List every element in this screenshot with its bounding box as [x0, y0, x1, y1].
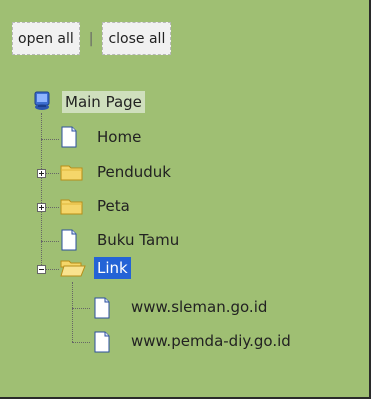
tree-connector [46, 207, 59, 208]
tree-item-buku-tamu[interactable]: Buku Tamu [94, 229, 182, 251]
expand-toggle-icon[interactable] [37, 203, 46, 212]
tree-item-home[interactable]: Home [94, 126, 144, 148]
tree-item-peta[interactable]: Peta [94, 195, 133, 217]
tree-item-pemda-diy[interactable]: www.pemda-diy.go.id [128, 330, 294, 352]
tree-connector [46, 269, 59, 270]
folder-icon [60, 196, 84, 220]
page-icon [60, 229, 78, 255]
tree-connector [41, 113, 42, 269]
folder-open-icon [60, 258, 86, 282]
tree-connector [72, 282, 73, 342]
tree-connector [41, 241, 59, 242]
tree-connector [72, 308, 90, 309]
folder-icon [60, 162, 84, 186]
tree-panel: open all | close all Main Page Home Pend… [0, 0, 371, 399]
tree-root-label[interactable]: Main Page [62, 91, 145, 113]
globe-computer-icon [32, 90, 52, 116]
collapse-toggle-icon[interactable] [37, 265, 46, 274]
tree-connector [72, 342, 90, 343]
page-icon [60, 126, 78, 152]
tree-item-penduduk[interactable]: Penduduk [94, 161, 174, 183]
tree-connector [41, 139, 59, 140]
tree-item-sleman[interactable]: www.sleman.go.id [128, 296, 270, 318]
page-icon [93, 297, 111, 323]
page-icon [93, 331, 111, 357]
expand-toggle-icon[interactable] [37, 169, 46, 178]
site-tree: Main Page Home Penduduk Peta Buku Tamu L… [0, 0, 369, 397]
tree-item-link[interactable]: Link [94, 257, 131, 279]
tree-connector [46, 173, 59, 174]
